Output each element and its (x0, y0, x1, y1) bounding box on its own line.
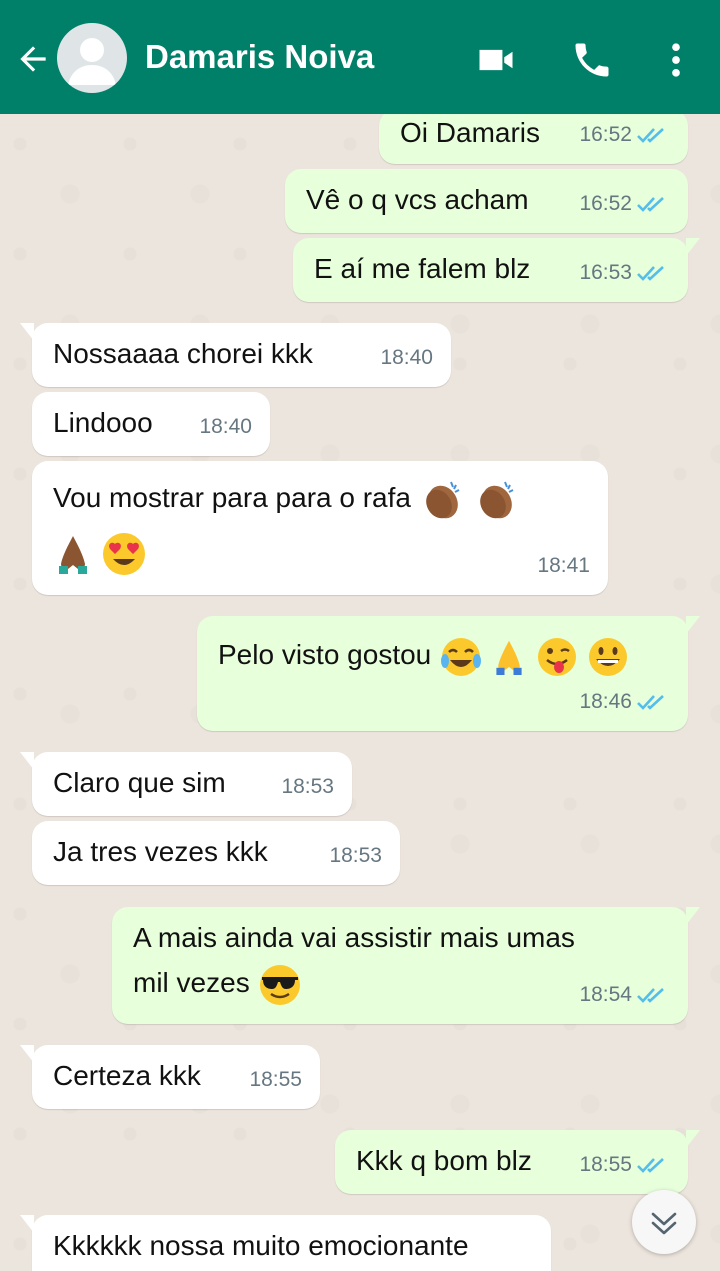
message-text-line: Pelo visto gostou (218, 632, 630, 679)
message-time: 18:41 (537, 554, 590, 577)
message-text: Vou mostrar para para o rafa (53, 482, 411, 513)
clapping-hands-emoji-icon (425, 481, 460, 518)
message-text: Certeza kkk (53, 1060, 201, 1091)
more-options-icon[interactable] (654, 38, 698, 82)
message-incoming[interactable]: Claro que sim 18:53 (20, 752, 352, 816)
message-time: 18:46 (579, 690, 632, 713)
message-meta: 18:41 (537, 543, 590, 589)
message-text: Kkk q bom blz (356, 1145, 532, 1176)
chat-header: Damaris Noiva (0, 0, 720, 114)
read-ticks-icon (637, 1158, 664, 1173)
message-text: Vê o q vcs acham (306, 184, 529, 215)
grinning-emoji-icon (589, 637, 628, 676)
message-text: Oi Damaris (400, 117, 541, 148)
message-text: Lindooo (53, 407, 153, 438)
winking-tongue-emoji-icon (537, 637, 576, 676)
message-meta: 18:40 (199, 404, 252, 450)
message-text: A mais ainda vai assistir mais umas (133, 922, 575, 953)
video-call-icon[interactable] (474, 38, 518, 82)
message-text: Kkkkkk nossa muito emocionante (53, 1230, 469, 1261)
message-text-line: Vou mostrar para para o rafa (53, 475, 519, 522)
tears-of-joy-emoji-icon (441, 637, 482, 676)
message-incoming[interactable]: Certeza kkk 18:55 (20, 1045, 320, 1109)
phone-call-icon[interactable] (570, 38, 614, 82)
message-outgoing[interactable]: Vê o q vcs acham 16:52 (285, 169, 688, 233)
message-time: 18:54 (579, 983, 632, 1006)
message-meta: 18:53 (281, 764, 334, 810)
message-text: Claro que sim (53, 767, 226, 798)
message-incoming[interactable]: Kkkkkk nossa muito emocionante (20, 1215, 551, 1271)
message-incoming[interactable]: Vou mostrar para para o rafa 18:41 (32, 461, 608, 595)
heart-eyes-emoji-icon (102, 532, 145, 575)
message-time: 16:52 (579, 123, 632, 146)
message-meta: 18:46 (579, 679, 670, 725)
read-ticks-icon (637, 266, 664, 281)
message-time: 18:55 (249, 1068, 302, 1091)
contact-name[interactable]: Damaris Noiva (145, 38, 374, 76)
read-ticks-icon (637, 128, 664, 143)
message-time: 18:53 (329, 844, 382, 867)
message-incoming[interactable]: Nossaaaa chorei kkk 18:40 (20, 323, 451, 387)
message-outgoing[interactable]: Kkk q bom blz 18:55 (335, 1130, 700, 1194)
message-text: Nossaaaa chorei kkk (53, 338, 313, 369)
clapping-hands-emoji-icon (479, 481, 513, 518)
double-chevron-down-icon (651, 1212, 677, 1235)
message-meta: 18:53 (329, 833, 382, 879)
message-time: 18:55 (579, 1153, 632, 1176)
message-outgoing[interactable]: Oi Damaris 16:52 (379, 114, 688, 164)
chat-area[interactable]: Oi Damaris 16:52 Vê o q vcs acham 16:52 … (0, 114, 720, 1271)
sunglasses-emoji-icon (260, 964, 301, 1005)
back-arrow-icon[interactable] (14, 40, 52, 78)
message-incoming[interactable]: Lindooo 18:40 (32, 392, 270, 456)
message-time: 16:53 (579, 261, 632, 284)
folded-hands-emoji-icon (59, 535, 87, 574)
message-meta: 16:52 (579, 181, 670, 227)
message-meta: 18:55 (249, 1057, 302, 1103)
message-time: 18:40 (199, 415, 252, 438)
message-text: E aí me falem blz (314, 253, 531, 284)
message-time: 18:40 (380, 346, 433, 369)
message-text: mil vezes (133, 967, 250, 998)
message-time: 16:52 (579, 192, 632, 215)
message-meta: 18:40 (380, 335, 433, 381)
scroll-to-bottom-button[interactable] (632, 1190, 696, 1254)
message-outgoing[interactable]: Pelo visto gostou 18:46 (197, 616, 700, 731)
message-emoji-line (53, 529, 147, 577)
read-ticks-icon (637, 988, 664, 1003)
read-ticks-icon (637, 197, 664, 212)
message-outgoing[interactable]: A mais ainda vai assistir mais umas mil … (112, 907, 700, 1024)
message-meta: 18:54 (579, 972, 670, 1018)
message-text-line: mil vezes (133, 960, 303, 1008)
message-text: Ja tres vezes kkk (53, 836, 268, 867)
contact-avatar[interactable] (57, 23, 127, 93)
message-incoming[interactable]: Ja tres vezes kkk 18:53 (32, 821, 400, 885)
message-meta: 18:55 (579, 1142, 670, 1188)
folded-hands-emoji-icon (496, 640, 522, 675)
message-text: Pelo visto gostou (218, 639, 432, 670)
read-ticks-icon (637, 695, 664, 710)
message-time: 18:53 (281, 775, 334, 798)
message-outgoing[interactable]: E aí me falem blz 16:53 (293, 238, 700, 302)
message-meta: 16:53 (579, 250, 670, 296)
message-meta: 16:52 (579, 114, 670, 158)
